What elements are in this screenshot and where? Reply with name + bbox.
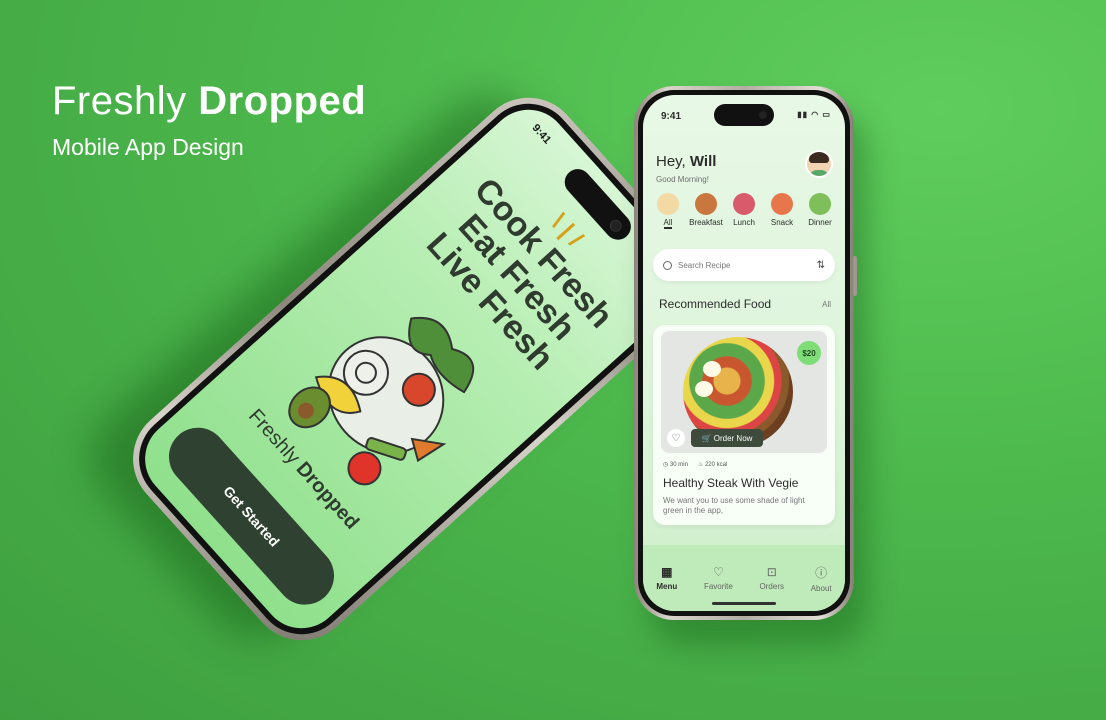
snack-icon <box>771 193 793 215</box>
tab-orders[interactable]: ⊡ Orders <box>760 565 784 591</box>
dynamic-island <box>714 104 774 126</box>
home-screen: 9:41 ▮▮ ◠ ▭ Hey, Will Good Morning! All … <box>643 95 845 611</box>
meat-icon <box>733 193 755 215</box>
category-breakfast[interactable]: Breakfast <box>687 193 725 227</box>
hero-title-bold: Dropped <box>198 79 367 123</box>
info-icon: ⓘ <box>815 565 828 580</box>
search-icon <box>663 260 672 270</box>
tab-about[interactable]: ⓘ About <box>811 564 832 593</box>
category-label: Dinner <box>808 218 832 227</box>
tab-label: About <box>810 583 832 593</box>
status-icons: ▮▮ ◠ ▭ <box>797 110 831 119</box>
home-phone: 9:41 ▮▮ ◠ ▭ Hey, Will Good Morning! All … <box>634 86 857 620</box>
category-label: Snack <box>770 218 794 227</box>
category-dinner[interactable]: Dinner <box>801 193 839 227</box>
greeting-prefix: Hey, <box>656 153 686 170</box>
category-lunch[interactable]: Lunch <box>725 193 763 227</box>
broccoli-icon <box>809 193 831 215</box>
hero-title: Freshly Dropped <box>52 78 366 124</box>
status-time: 9:41 <box>529 121 554 147</box>
flame-icon: ♨ 220 kcal <box>697 462 728 468</box>
price-badge: $20 <box>797 341 821 365</box>
order-now-button[interactable]: 🛒 Order Now <box>691 429 763 447</box>
croissant-icon <box>695 193 717 215</box>
tab-label: Menu <box>656 582 678 591</box>
greeting-name: Will <box>689 153 717 170</box>
tab-label: Favorite <box>703 582 733 591</box>
food-image: $20 ♡ 🛒 Order Now <box>661 331 827 453</box>
food-card[interactable]: $20 ♡ 🛒 Order Now ◷ 30 min ♨ 220 kcal He… <box>653 325 835 525</box>
greeting: Hey, Will <box>656 153 716 170</box>
search-bar[interactable]: Search Recipe ⇅ <box>653 249 835 281</box>
category-snack[interactable]: Snack <box>763 193 801 227</box>
grid-icon: ▦ <box>661 565 673 579</box>
tab-label: Orders <box>759 582 784 591</box>
dish-title: Healthy Steak With Vegie <box>663 476 799 490</box>
search-input[interactable]: Search Recipe <box>678 261 730 270</box>
tab-favorite[interactable]: ♡ Favorite <box>704 565 733 591</box>
hero-title-light: Freshly <box>52 79 187 123</box>
section-title: Recommended Food <box>659 297 772 311</box>
order-now-label: Order Now <box>713 433 753 443</box>
calories: 220 kcal <box>704 462 728 468</box>
cook-time: 30 min <box>669 462 688 468</box>
category-list: All Breakfast Lunch Snack Dinner <box>649 193 839 229</box>
heart-icon: ♡ <box>713 565 724 579</box>
dish-description: We want you to use some shade of light g… <box>663 496 805 515</box>
status-time: 9:41 <box>661 111 682 122</box>
avatar[interactable] <box>805 150 833 178</box>
see-all-link[interactable]: All <box>822 300 831 309</box>
filter-icon[interactable]: ⇅ <box>817 260 825 271</box>
bottom-tab-bar: ▦ Menu ♡ Favorite ⊡ Orders ⓘ About <box>643 545 845 611</box>
salad-icon <box>657 193 679 215</box>
home-indicator <box>712 602 776 605</box>
food-meta: ◷ 30 min ♨ 220 kcal <box>663 461 727 468</box>
greeting-subtitle: Good Morning! <box>656 175 709 184</box>
clock-icon: ◷ 30 min <box>663 462 688 468</box>
category-all[interactable]: All <box>649 193 687 229</box>
heart-icon[interactable]: ♡ <box>667 429 685 447</box>
category-label: Breakfast <box>689 218 723 227</box>
category-label: All <box>663 218 673 229</box>
tab-menu[interactable]: ▦ Menu <box>656 565 677 591</box>
bag-icon: ⊡ <box>766 565 777 579</box>
hero-subtitle: Mobile App Design <box>52 134 244 160</box>
splash-phone: 9:41 ▮▮ ◠ ▭ \ | / Cook Fresh Eat Fresh L… <box>111 76 719 662</box>
cart-icon: 🛒 <box>701 433 714 443</box>
category-label: Lunch <box>733 218 755 227</box>
